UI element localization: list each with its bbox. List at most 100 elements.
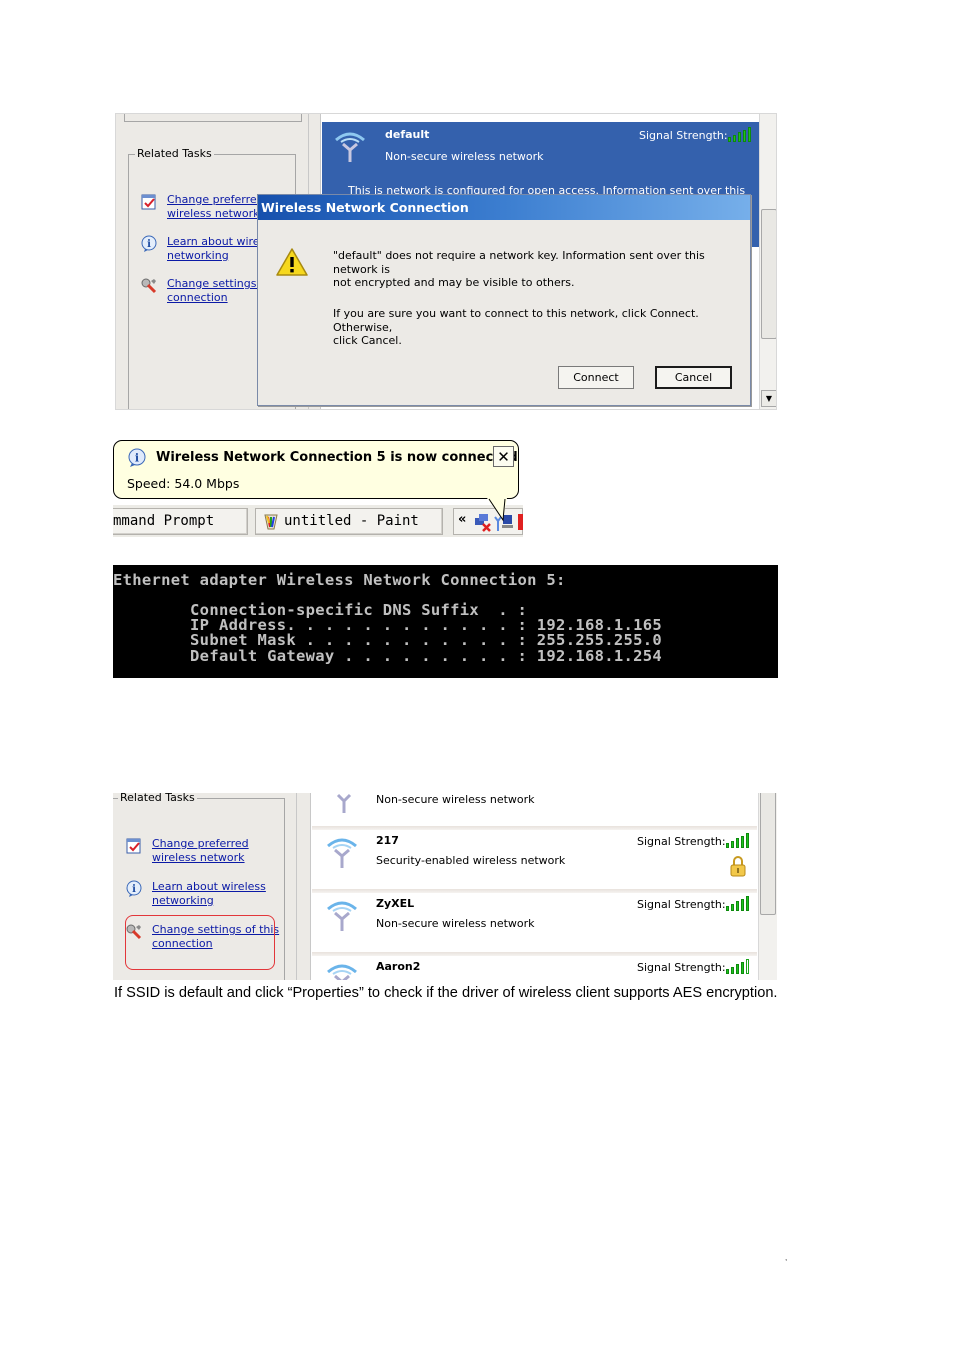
related-tasks-title: Related Tasks — [118, 793, 197, 805]
signal-bar — [726, 843, 729, 848]
dialog-message-warning: "default" does not require a network key… — [333, 249, 705, 289]
vertical-scrollbar[interactable]: ▼ — [759, 114, 776, 409]
notification-balloon: i Wireless Network Connection 5 is now c… — [113, 440, 519, 499]
signal-bar — [726, 906, 729, 911]
checklist-icon — [126, 838, 141, 854]
svg-text:i: i — [135, 452, 139, 465]
signal-bar — [731, 840, 734, 848]
network-description: Non-secure wireless network — [385, 150, 544, 163]
taskbar-item-command-prompt[interactable]: mmand Prompt — [113, 508, 248, 535]
dialog-title: Wireless Network Connection — [258, 195, 750, 220]
network-item-217[interactable]: 217 Security-enabled wireless network Si… — [312, 830, 757, 888]
wireless-antenna-icon — [327, 901, 357, 931]
signal-bar — [736, 901, 739, 911]
wireless-antenna-icon — [327, 964, 357, 980]
signal-bar — [726, 969, 729, 974]
signal-bar — [741, 898, 744, 911]
cancel-button[interactable]: Cancel — [655, 366, 732, 389]
scroll-down-button[interactable]: ▼ — [761, 390, 776, 407]
footer-mark: , — [785, 1253, 788, 1262]
network-item-partial[interactable]: Non-secure wireless network — [312, 793, 757, 826]
signal-bar — [743, 129, 746, 142]
info-icon: i — [126, 880, 142, 897]
network-item-zyxel[interactable]: ZyXEL Non-secure wireless network Signal… — [312, 893, 757, 951]
info-icon: i — [128, 448, 146, 467]
balloon-speed: Speed: 54.0 Mbps — [127, 476, 240, 491]
network-name: ZyXEL — [376, 897, 415, 910]
panel-splitter — [297, 793, 311, 980]
signal-strength-bars — [728, 127, 751, 142]
task-change-settings-link[interactable]: Change settings ol connection — [167, 277, 270, 304]
signal-bar — [748, 127, 751, 142]
wrench-icon — [141, 278, 157, 294]
task-learn-about-link[interactable]: Learn about wireless networking — [152, 880, 266, 907]
task-change-preferred[interactable]: Change preferred wireless network — [140, 193, 264, 220]
signal-bar — [741, 961, 744, 974]
svg-text:i: i — [147, 239, 151, 250]
signal-bar — [736, 838, 739, 848]
balloon-tail — [487, 498, 507, 522]
wireless-network-list-highlight-screenshot: Related Tasks Change preferred wireless n… — [113, 793, 777, 980]
dialog-message-confirm: If you are sure you want to connect to t… — [333, 307, 699, 347]
network-name: Aaron2 — [376, 960, 421, 973]
signal-strength-label: Signal Strength: — [637, 835, 726, 848]
signal-strength-bars — [726, 959, 749, 974]
signal-bar — [733, 134, 736, 142]
wireless-antenna-icon — [327, 838, 357, 868]
info-icon: i — [141, 235, 157, 252]
signal-bar — [731, 966, 734, 974]
task-change-preferred-link[interactable]: Change preferred wireless network — [152, 837, 249, 864]
task-change-settings[interactable]: Change settings ol connection — [140, 277, 270, 304]
vertical-scrollbar[interactable] — [758, 793, 777, 980]
network-list: Non-secure wireless network 217 Security… — [312, 793, 757, 980]
scrollbar-thumb[interactable] — [761, 209, 776, 339]
network-description: Non-secure wireless network — [376, 917, 535, 930]
task-change-preferred[interactable]: Change preferred wireless network — [125, 837, 249, 864]
highlight-annotation — [125, 915, 275, 970]
svg-text:i: i — [132, 884, 136, 895]
task-learn-about[interactable]: i Learn about wireless networking — [125, 880, 266, 907]
network-name: default — [385, 128, 430, 141]
signal-bar — [741, 835, 744, 848]
scrollbar-thumb[interactable] — [760, 793, 776, 915]
panel-divider — [124, 114, 302, 122]
instruction-caption: If SSID is default and click “Properties… — [114, 985, 778, 1001]
task-learn-about-link[interactable]: Learn about wirele networking — [167, 235, 269, 262]
signal-bar — [731, 903, 734, 911]
network-item-aaron2[interactable]: Aaron2 Signal Strength: — [312, 956, 757, 980]
lock-icon — [730, 856, 746, 877]
related-tasks-panel: Related Tasks Change preferred wireless n… — [113, 793, 297, 980]
network-description: Security-enabled wireless network — [376, 854, 566, 867]
paint-label: untitled - Paint — [284, 513, 419, 529]
close-icon[interactable]: ✕ — [493, 446, 514, 467]
connect-button[interactable]: Connect — [558, 366, 634, 389]
signal-strength-label: Signal Strength: — [639, 129, 728, 142]
signal-strength-label: Signal Strength: — [637, 961, 726, 974]
warning-icon — [276, 248, 308, 276]
taskbar: mmand Prompt untitled - Paint « — [113, 505, 523, 537]
network-description: Non-secure wireless network — [376, 793, 535, 806]
task-learn-about[interactable]: i Learn about wirele networking — [140, 235, 269, 262]
signal-bar — [728, 137, 731, 142]
signal-strength-label: Signal Strength: — [637, 898, 726, 911]
console-line-gateway: Default Gateway . . . . . . . . . : 192.… — [113, 647, 663, 665]
checklist-icon — [141, 194, 156, 210]
signal-bar — [736, 964, 739, 974]
signal-bar — [738, 132, 741, 142]
task-change-preferred-link[interactable]: Change preferred wireless network — [167, 193, 264, 220]
signal-strength-bars — [726, 833, 749, 848]
taskbar-item-paint[interactable]: untitled - Paint — [255, 508, 443, 535]
wireless-antenna-icon — [336, 793, 352, 813]
wireless-network-list-screenshot: Related Tasks Change preferred wireless n… — [115, 113, 777, 410]
related-tasks-title: Related Tasks — [135, 147, 214, 161]
ipconfig-console-screenshot: Ethernet adapter Wireless Network Connec… — [113, 565, 778, 678]
connected-notification-screenshot: mmand Prompt untitled - Paint « i Wirele… — [113, 437, 523, 537]
wireless-connection-dialog: Wireless Network Connection "default" do… — [257, 194, 751, 406]
related-tasks-group: Related Tasks Change preferred wireless n… — [113, 793, 285, 980]
signal-strength-bars — [726, 896, 749, 911]
signal-bar — [746, 833, 749, 848]
network-name: 217 — [376, 834, 399, 847]
balloon-title: Wireless Network Connection 5 is now con… — [156, 450, 518, 465]
tray-expand-chevron[interactable]: « — [458, 512, 466, 527]
console-line-adapter: Ethernet adapter Wireless Network Connec… — [113, 571, 566, 589]
